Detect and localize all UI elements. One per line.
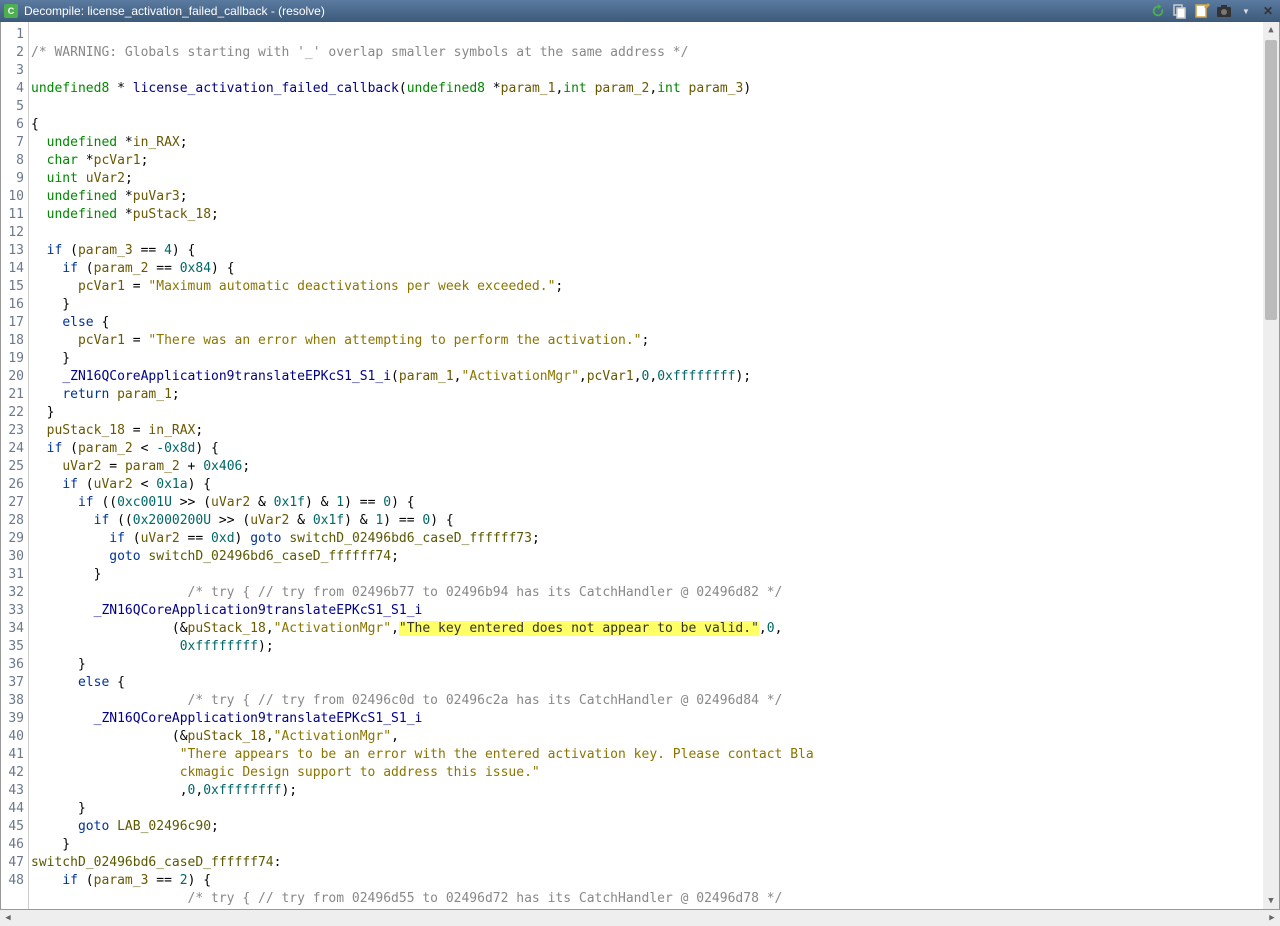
scroll-right-icon[interactable]: ▶ [1264, 913, 1280, 923]
copy-icon[interactable] [1172, 3, 1188, 19]
line-gutter: 1 2 3 4 5 6 7 8 9 10 11 12 13 14 15 16 1… [1, 22, 29, 909]
edit-icon[interactable] [1194, 3, 1210, 19]
app-icon: C [4, 4, 18, 18]
horizontal-scrollbar[interactable]: ◀ ▶ [0, 910, 1280, 926]
refresh-icon[interactable] [1150, 3, 1166, 19]
dropdown-icon[interactable]: ▼ [1238, 3, 1254, 19]
titlebar: C Decompile: license_activation_failed_c… [0, 0, 1280, 22]
toolbar: ▼ ✕ [1150, 3, 1276, 19]
scroll-up-icon[interactable]: ▲ [1263, 22, 1279, 38]
scroll-down-icon[interactable]: ▼ [1263, 893, 1279, 909]
editor: 1 2 3 4 5 6 7 8 9 10 11 12 13 14 15 16 1… [0, 22, 1280, 910]
scroll-thumb[interactable] [1265, 40, 1277, 320]
code-content[interactable]: /* WARNING: Globals starting with '_' ov… [29, 22, 1263, 909]
window-title: Decompile: license_activation_failed_cal… [24, 4, 1150, 18]
vertical-scrollbar[interactable]: ▲ ▼ [1263, 22, 1279, 909]
scroll-left-icon[interactable]: ◀ [0, 913, 16, 923]
close-icon[interactable]: ✕ [1260, 3, 1276, 19]
snapshot-icon[interactable] [1216, 3, 1232, 19]
